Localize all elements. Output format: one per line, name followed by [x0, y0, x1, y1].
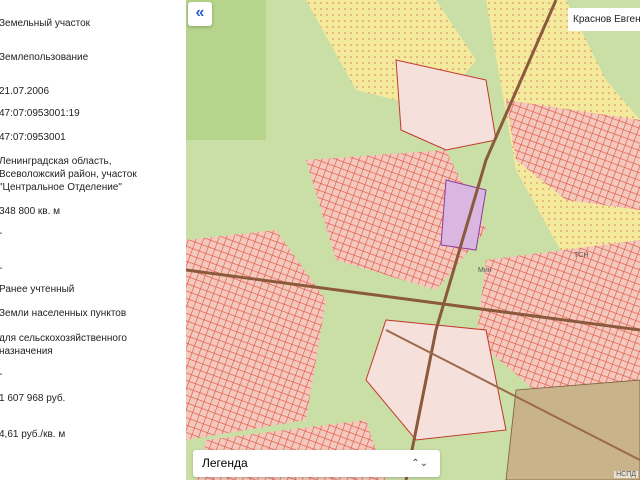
chevron-up-down-icon: ⌃⌄ — [411, 458, 428, 469]
status-value: Ранее учтенный — [0, 284, 75, 295]
legend-label: Легенда — [202, 456, 248, 470]
specific-cadastral-value: 4,61 руб./кв. м — [0, 429, 66, 440]
cadastral-number-value: 47:07:0953001:19 — [0, 108, 80, 119]
dash-value: - — [0, 262, 2, 275]
attribution-text: НСПД — [614, 471, 638, 478]
map-label: Мин — [478, 267, 492, 274]
parcel-info-panel: Земельный участок Землепользование 21.07… — [0, 0, 186, 480]
object-kind-value: Землепользование — [0, 52, 89, 63]
user-menu-button[interactable]: Краснов Евгений — [568, 8, 640, 31]
dash-value: - — [0, 227, 2, 240]
legend-select[interactable]: Легенда ⌃⌄ — [193, 450, 440, 477]
registration-date-value: 21.07.2006 — [0, 86, 50, 97]
map-layer: ТСН Мин — [186, 0, 640, 480]
map-canvas[interactable]: ТСН Мин НСПД — [186, 0, 640, 480]
dash-value: - — [0, 368, 2, 381]
object-type-value: Земельный участок — [0, 18, 91, 29]
address-value: Ленинградская область, Всеволожский райо… — [0, 156, 137, 193]
cadastral-quarter-value: 47:07:0953001 — [0, 132, 66, 143]
chevrons-left-icon: « — [195, 4, 205, 21]
map-label: ТСН — [574, 252, 588, 259]
permitted-use-value: для сельскохозяйственного назначения — [0, 333, 127, 357]
collapse-panel-button[interactable]: « — [188, 2, 212, 26]
land-category-value: Земли населенных пунктов — [0, 308, 127, 319]
cadastral-value: 1 607 968 руб. — [0, 393, 66, 404]
area-value: 348 800 кв. м — [0, 206, 61, 217]
